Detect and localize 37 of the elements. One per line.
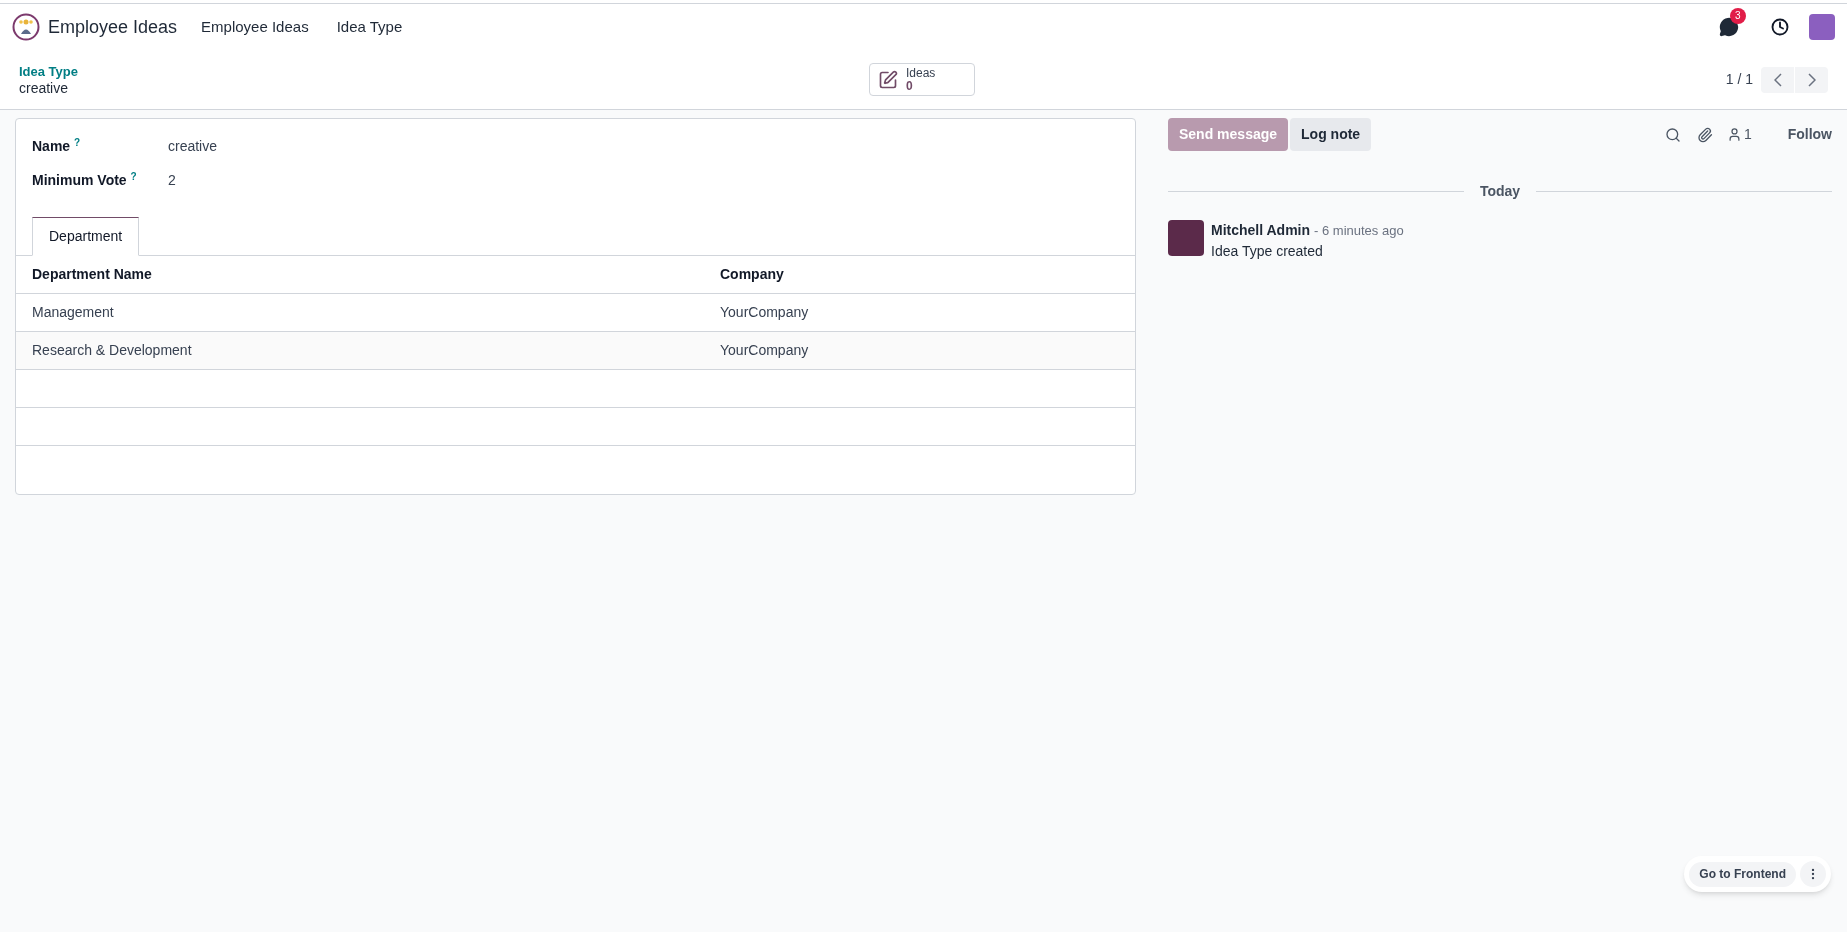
author-name[interactable]: Mitchell Admin xyxy=(1211,220,1311,241)
follow-button[interactable]: Follow xyxy=(1787,124,1832,145)
ideas-smart-button[interactable]: Ideas 0 xyxy=(869,63,975,96)
table-cell-text: Management xyxy=(31,303,115,322)
column-header[interactable]: Company xyxy=(704,264,800,285)
field-label: Name $^{?}$ xyxy=(32,135,82,156)
chevron-right-icon xyxy=(1807,72,1816,87)
table-cell-text: Research & Development xyxy=(31,341,193,360)
go-to-frontend-button[interactable]: Go to Frontend xyxy=(1689,861,1796,887)
column-header[interactable]: Department Name xyxy=(16,264,704,285)
chat-icon[interactable] xyxy=(1719,17,1739,37)
app-name[interactable]: Employee Ideas xyxy=(48,13,178,41)
menu-item[interactable]: Employee Ideas xyxy=(197,15,313,39)
followers-count[interactable]: 1 xyxy=(1743,124,1752,145)
search-icon[interactable] xyxy=(1664,126,1681,143)
pager-value: 1 / 1 xyxy=(1725,70,1753,89)
clock-icon[interactable] xyxy=(1771,18,1789,36)
record-title: creative xyxy=(19,79,70,97)
app-logo-icon[interactable] xyxy=(12,13,40,41)
edit-icon xyxy=(878,69,898,90)
table-row[interactable]: Research & Development YourCompany xyxy=(16,332,1135,370)
notebook-tab[interactable]: Department xyxy=(32,217,140,256)
paperclip-icon[interactable] xyxy=(1696,126,1713,143)
breadcrumb-link[interactable]: Idea Type xyxy=(19,62,869,80)
chevron-left-icon xyxy=(1773,72,1782,87)
log-note-button[interactable]: Log note xyxy=(1290,118,1372,151)
table-cell-text: YourCompany xyxy=(719,341,810,360)
table-cell-text: YourCompany xyxy=(719,303,810,322)
field-label: Minimum Vote $^{?}$ xyxy=(32,169,138,190)
message-body: Idea Type created xyxy=(1211,242,1324,261)
date-separator: Today xyxy=(1479,182,1521,201)
menu-item[interactable]: Idea Type xyxy=(332,15,407,39)
follower-icon[interactable] xyxy=(1726,127,1742,142)
message-time: - 6 minutes ago xyxy=(1314,222,1404,240)
field-value: creative xyxy=(168,136,218,156)
notification-badge: 3 xyxy=(1730,8,1746,24)
field-value: 2 xyxy=(168,170,176,190)
